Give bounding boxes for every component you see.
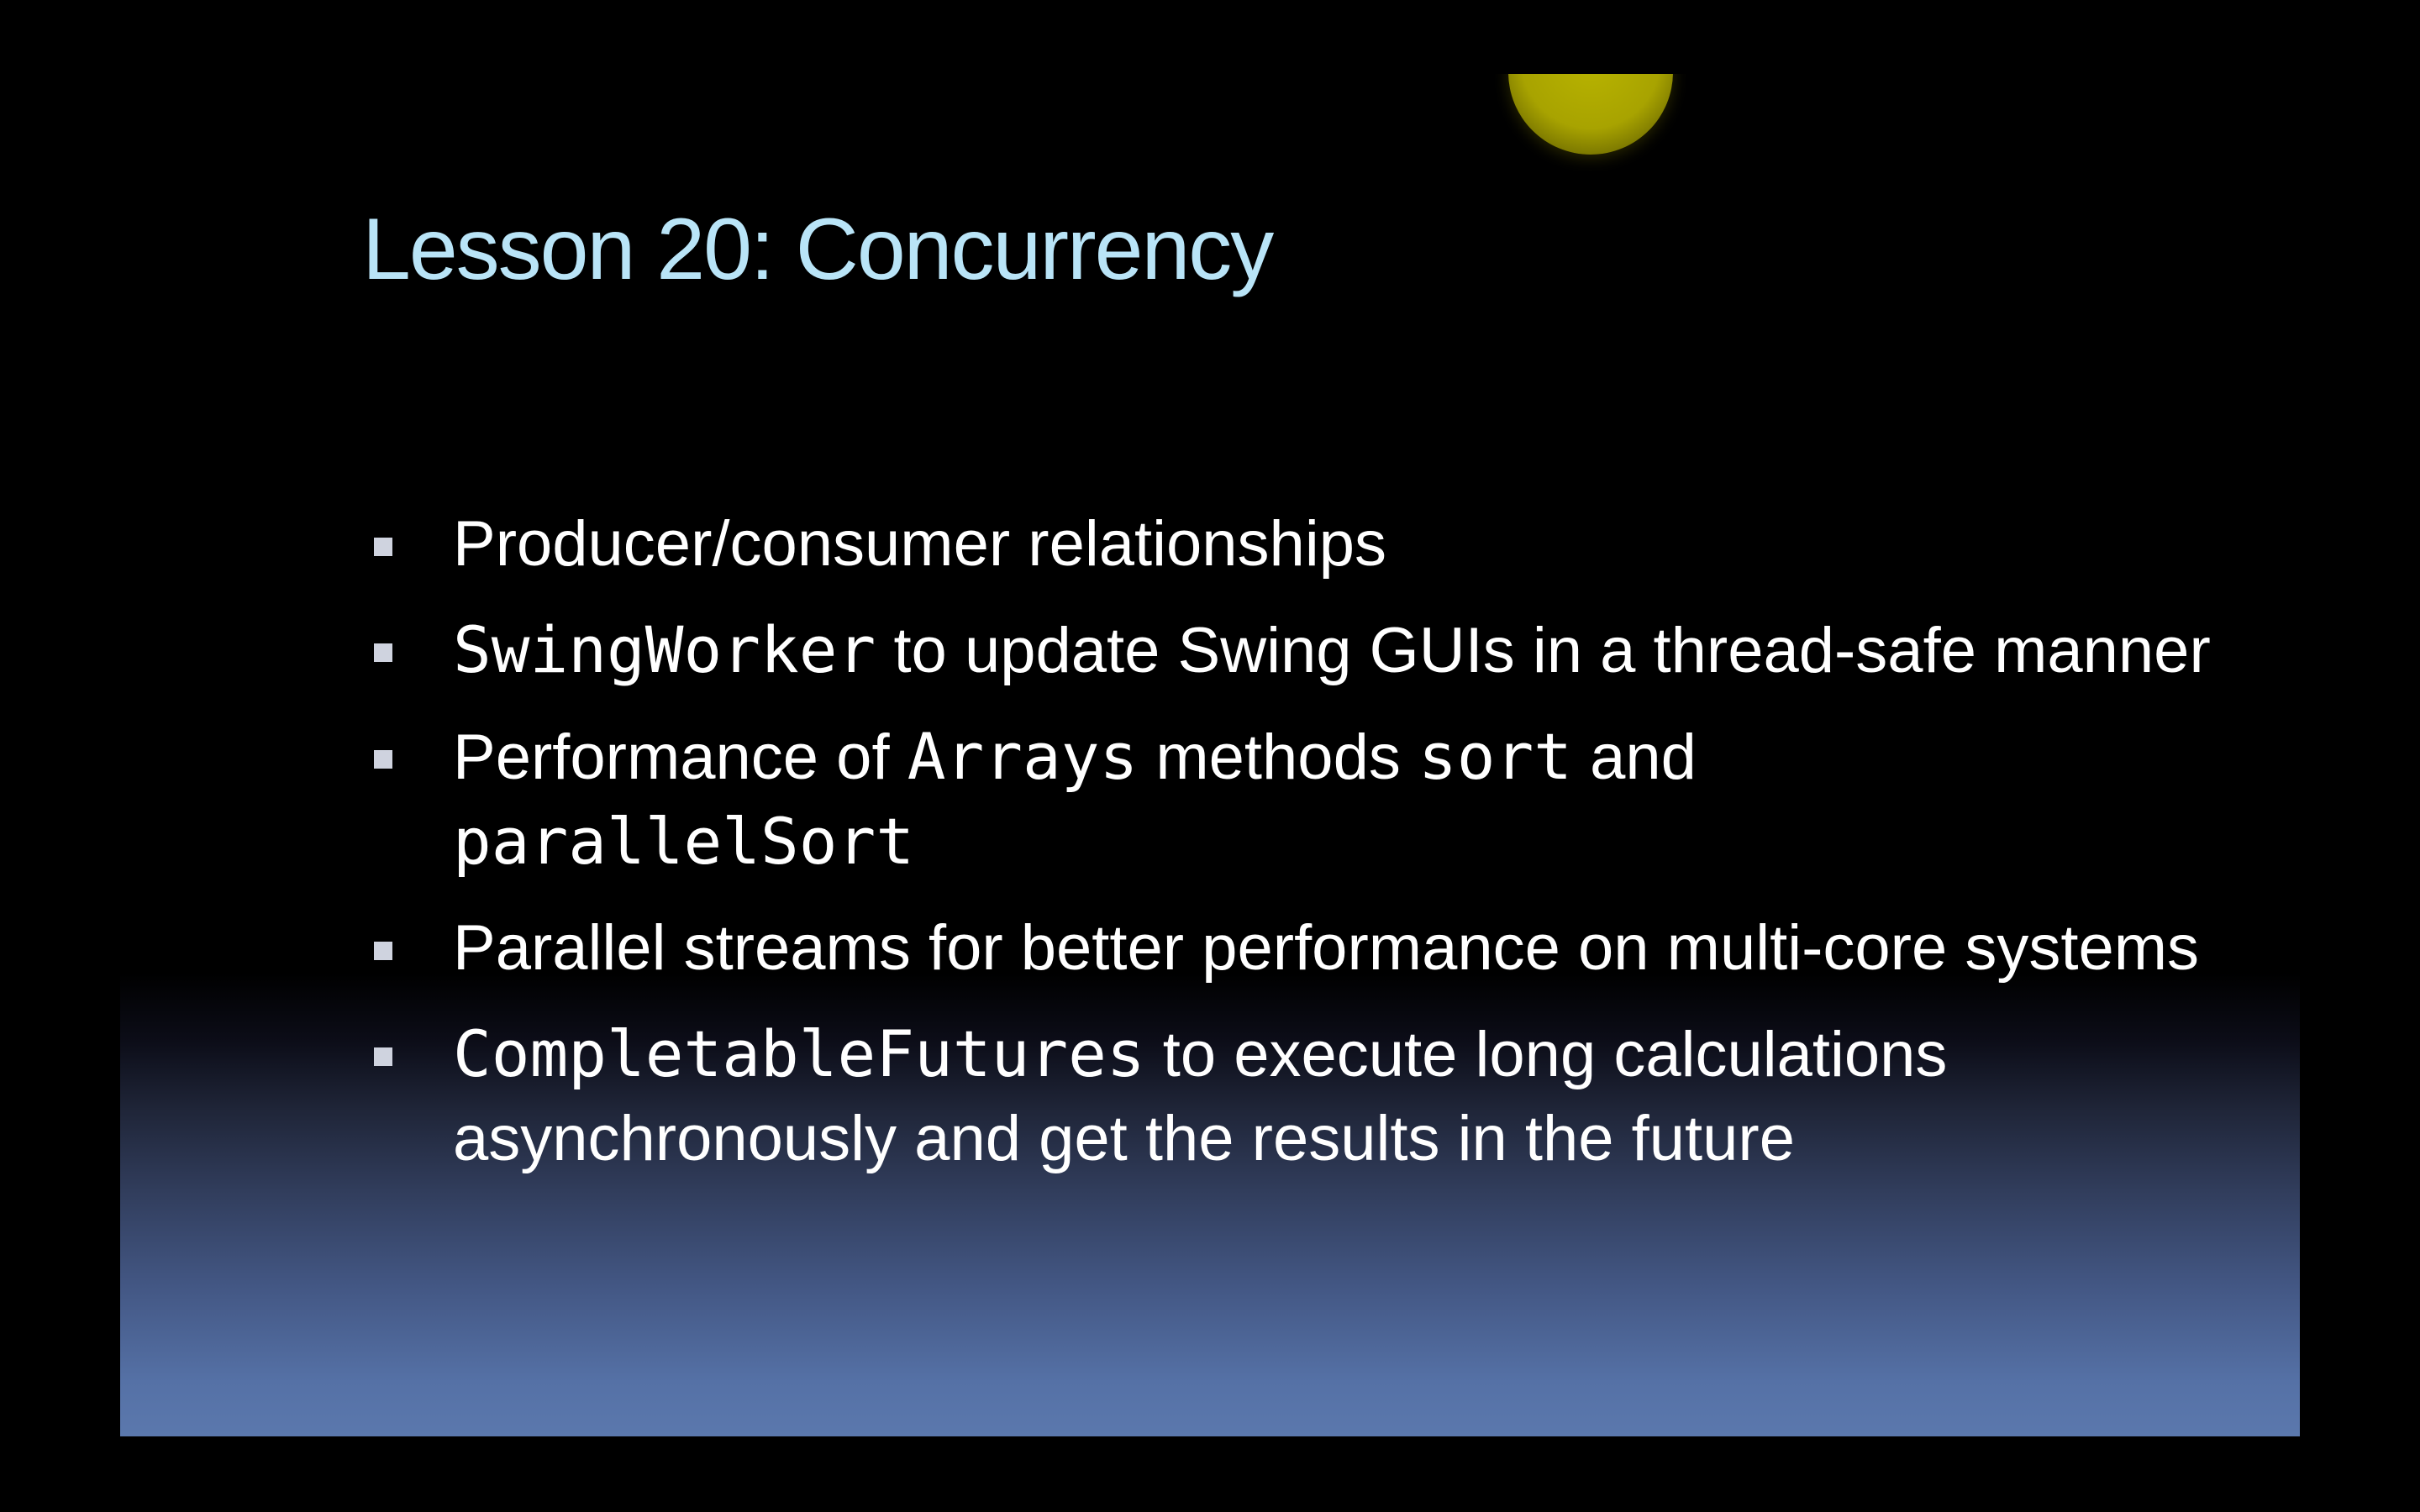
bullet-text: methods [1138,722,1418,793]
bullet-item: Producer/consumer relationships [374,502,2300,586]
code-term: CompletableFutures [453,1016,1145,1091]
bullet-text: to update Swing GUIs in a thread-safe ma… [876,615,2211,686]
square-bullet-icon [374,750,392,769]
code-term: parallelSort [453,804,915,879]
bullet-text: Performance of [453,722,908,793]
bullet-text: Producer/consumer relationships [453,508,1386,580]
square-bullet-icon [374,538,392,556]
slide-title: Lesson 20: Concurrency [362,201,1274,298]
bullet-text: and [1572,722,1697,793]
bullet-item: Parallel streams for better performance … [374,906,2300,990]
bullet-text: Parallel streams for better performance … [453,912,2200,984]
square-bullet-icon [374,643,392,662]
code-term: sort [1418,719,1572,794]
bullet-list: Producer/consumer relationships SwingWor… [374,502,2300,1203]
code-term: SwingWorker [453,612,876,687]
sun-decoration [1508,74,1673,155]
code-term: Arrays [907,719,1139,794]
bullet-item: Performance of Arrays methods sort and p… [374,715,2300,885]
bullet-item: SwingWorker to update Swing GUIs in a th… [374,608,2300,693]
square-bullet-icon [374,942,392,960]
square-bullet-icon [374,1047,392,1066]
slide: Lesson 20: Concurrency Producer/consumer… [120,74,2300,1436]
bullet-item: CompletableFutures to execute long calcu… [374,1012,2300,1181]
